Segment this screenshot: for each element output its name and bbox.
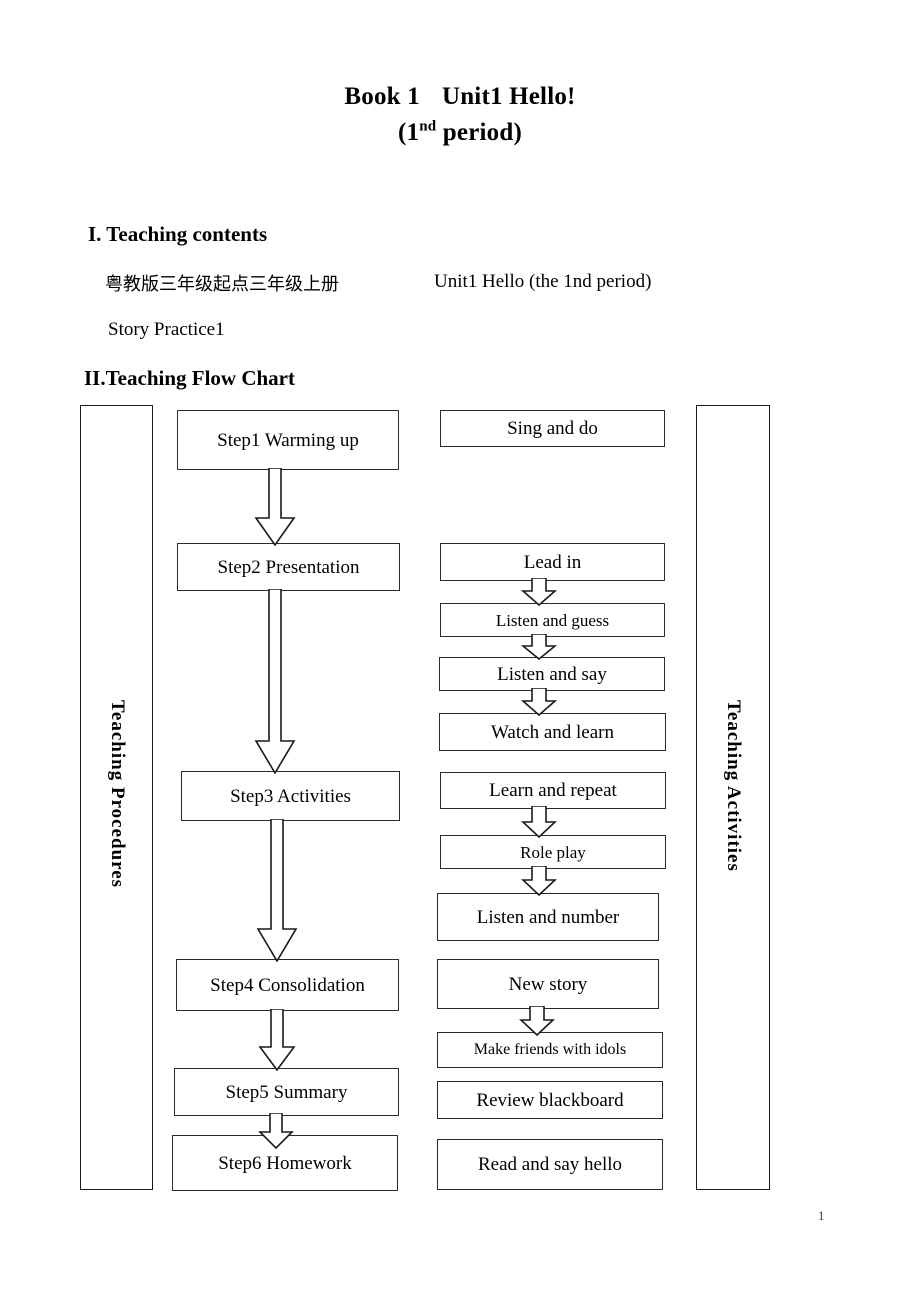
flow-box-learn-and-repeat: Learn and repeat [440,772,666,809]
arrow-step1-to-step2 [254,468,296,546]
page-number: 1 [818,1208,825,1223]
flow-box-step5: Step5 Summary [174,1068,399,1116]
flow-box-step4: Step4 Consolidation [176,959,399,1011]
arrow-step4-to-step5 [258,1009,296,1071]
arrow-role-play-to-listen-and-number [521,866,557,896]
flow-box-read-and-say-hello: Read and say hello [437,1139,663,1190]
teaching-flow-chart: Teaching Procedures Teaching Activities … [0,0,920,1302]
flow-box-watch-and-learn: Watch and learn [439,713,666,751]
arrow-listen-and-say-to-watch-and-learn [521,688,557,716]
flow-box-step1: Step1 Warming up [177,410,399,470]
flow-box-listen-and-number: Listen and number [437,893,659,941]
flow-box-sing-and-do: Sing and do [440,410,665,447]
arrow-lead-in-to-listen-and-guess [521,578,557,606]
flow-box-listen-and-guess: Listen and guess [440,603,665,637]
flow-box-make-friends-with-idols: Make friends with idols [437,1032,663,1068]
arrow-learn-and-repeat-to-role-play [521,806,557,838]
left-column-label: Teaching Procedures [107,700,128,889]
arrow-step5-to-step6 [258,1113,294,1149]
flow-box-step2: Step2 Presentation [177,543,400,591]
flow-box-new-story: New story [437,959,659,1009]
document-page: Book 1 Unit1 Hello! (1nd period) I. Teach… [0,0,920,1302]
arrow-new-story-to-make-friends [519,1006,555,1036]
right-column-label: Teaching Activities [723,700,744,872]
flow-box-role-play: Role play [440,835,666,869]
arrow-listen-and-guess-to-listen-and-say [521,634,557,660]
arrow-step3-to-step4 [256,819,298,962]
flow-box-review-blackboard: Review blackboard [437,1081,663,1119]
flow-box-lead-in: Lead in [440,543,665,581]
flow-box-step3: Step3 Activities [181,771,400,821]
flow-box-listen-and-say: Listen and say [439,657,665,691]
arrow-step2-to-step3 [254,589,296,774]
